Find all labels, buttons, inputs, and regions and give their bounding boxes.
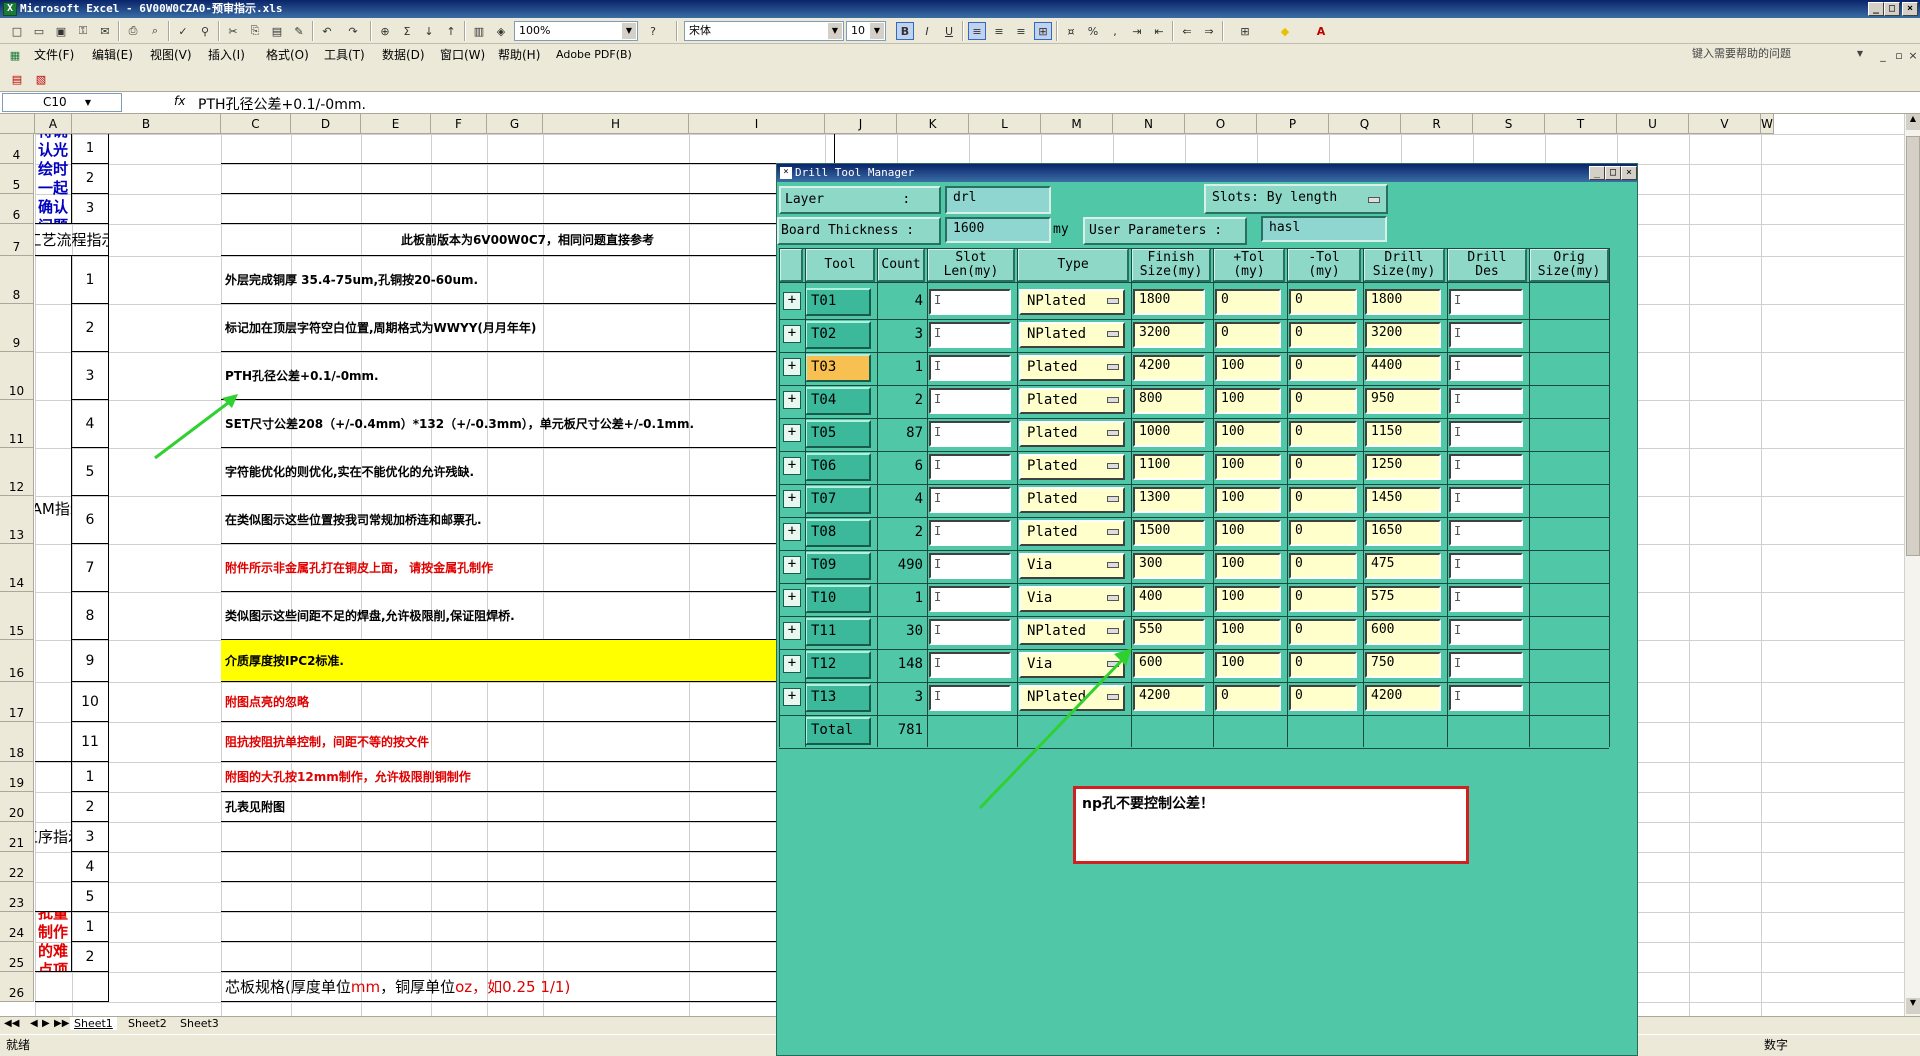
green-arrowhead-2 [1114, 648, 1132, 666]
green-arrow-1 [154, 398, 233, 460]
comment-note: np孔不要控制公差！ [1073, 786, 1469, 864]
annotation-arrows [154, 394, 1132, 810]
